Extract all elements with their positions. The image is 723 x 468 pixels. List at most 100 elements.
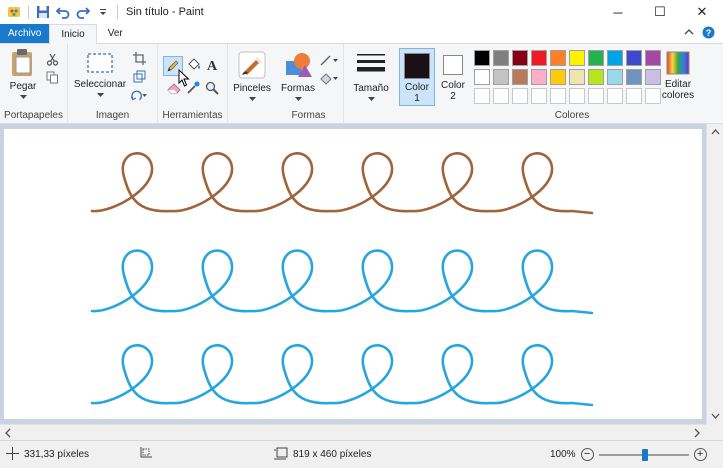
zoom-in-button[interactable]: + [693, 448, 707, 461]
palette-swatch-empty[interactable] [607, 88, 623, 104]
ribbon-tabs: Archivo Inicio Ver ? [0, 24, 723, 44]
window-title: Sin título - Paint [126, 6, 204, 18]
minimize-button[interactable]: ─ [597, 0, 639, 24]
size-button[interactable]: Tamaño [348, 50, 394, 105]
stroke-row-bottom [90, 344, 594, 407]
maximize-button[interactable]: ☐ [639, 0, 681, 24]
toolbar-separator [28, 5, 29, 19]
outline-icon[interactable] [320, 52, 340, 68]
undo-icon[interactable] [55, 4, 71, 20]
work-area [0, 124, 706, 424]
customize-toolbar-icon[interactable] [95, 4, 111, 20]
edit-colors-label-line1: Editar [664, 79, 692, 90]
size-group: Tamaño [344, 44, 396, 124]
color2-button[interactable]: Color 2 [436, 48, 470, 106]
color1-button[interactable]: Color 1 [399, 48, 435, 106]
shapes-group-label: Formas [291, 110, 326, 121]
resize-icon[interactable] [131, 68, 147, 84]
palette-swatch[interactable] [550, 50, 566, 66]
copy-icon[interactable] [44, 69, 60, 85]
palette-swatch[interactable] [569, 50, 585, 66]
paste-button[interactable]: Pegar [6, 48, 40, 103]
collapse-ribbon-icon[interactable] [684, 28, 694, 39]
quick-access-toolbar [0, 0, 120, 24]
drawing-strokes [90, 152, 594, 407]
palette-swatch[interactable] [512, 50, 528, 66]
color1-label: Color [405, 82, 429, 93]
shapes-button[interactable]: Formas [278, 50, 318, 105]
image-group-label: Imagen [95, 110, 130, 121]
vertical-scrollbar[interactable] [706, 124, 723, 424]
palette-swatch[interactable] [550, 69, 566, 85]
crop-icon[interactable] [131, 50, 147, 66]
palette-swatch[interactable] [531, 50, 547, 66]
magnifier-icon[interactable] [204, 80, 220, 96]
scroll-right-icon[interactable] [694, 428, 700, 438]
close-button[interactable]: ✕ [681, 0, 723, 24]
zoom-controls: 100% − + [550, 448, 707, 461]
rotate-icon[interactable] [131, 87, 147, 103]
palette-swatch[interactable] [607, 50, 623, 66]
cursor-position-text: 331,33 píxeles [24, 449, 90, 460]
size-dropdown-icon [367, 97, 375, 101]
color1-swatch [404, 53, 430, 79]
active-colors-group: Color 1 Color 2 [396, 44, 470, 124]
text-tool-icon[interactable]: A [204, 57, 220, 73]
help-icon[interactable]: ? [702, 26, 715, 42]
tab-home[interactable]: Inicio [49, 24, 97, 44]
shapes-group: Formas Formas [274, 44, 344, 124]
scroll-left-icon[interactable] [5, 428, 11, 438]
palette-swatch[interactable] [474, 69, 490, 85]
shapes-icon [283, 53, 313, 83]
cut-icon[interactable] [44, 51, 60, 67]
edit-colors-button[interactable]: Editar colores [658, 50, 698, 101]
selection-size-icon [138, 446, 152, 463]
clipboard-group-label: Portapapeles [4, 110, 63, 121]
palette-swatch[interactable] [626, 50, 642, 66]
status-bar: 331,33 píxeles 819 x 460 píxeles 100% − … [0, 440, 723, 468]
image-size-icon [274, 447, 288, 463]
palette-swatch[interactable] [531, 69, 547, 85]
redo-icon[interactable] [75, 4, 91, 20]
palette-swatch-empty[interactable] [588, 88, 604, 104]
horizontal-scrollbar[interactable] [0, 424, 706, 440]
palette-swatch[interactable] [512, 69, 528, 85]
palette-swatch[interactable] [588, 50, 604, 66]
palette-swatch[interactable] [588, 69, 604, 85]
palette-swatch-empty[interactable] [550, 88, 566, 104]
zoom-slider-thumb[interactable] [641, 448, 648, 461]
palette-swatch[interactable] [474, 50, 490, 66]
tab-view[interactable]: Ver [97, 24, 134, 43]
fill-icon[interactable] [320, 70, 340, 86]
palette-swatch[interactable] [607, 69, 623, 85]
save-icon[interactable] [35, 4, 51, 20]
stroke-row-top [90, 152, 594, 215]
zoom-out-button[interactable]: − [580, 448, 594, 461]
palette-swatch-empty[interactable] [493, 88, 509, 104]
toolbar-separator [117, 5, 118, 19]
image-group: Seleccionar Imagen [68, 44, 158, 124]
palette-swatch-empty[interactable] [512, 88, 528, 104]
palette-swatch-empty[interactable] [626, 88, 642, 104]
paint-app-icon[interactable] [6, 4, 22, 20]
brush-icon [237, 51, 267, 83]
palette-swatch[interactable] [626, 69, 642, 85]
scroll-down-icon[interactable] [711, 413, 720, 419]
scroll-up-icon[interactable] [711, 129, 720, 135]
tab-file[interactable]: Archivo [0, 24, 50, 43]
zoom-slider[interactable] [598, 448, 689, 461]
paste-label: Pegar [9, 81, 37, 92]
select-button[interactable]: Seleccionar [73, 52, 127, 101]
drawing-canvas[interactable] [4, 129, 702, 419]
palette-swatch-empty[interactable] [569, 88, 585, 104]
shapes-label: Formas [281, 83, 315, 94]
title-bar: Sin título - Paint ─ ☐ ✕ [0, 0, 723, 24]
palette-swatch[interactable] [569, 69, 585, 85]
palette-swatch[interactable] [493, 50, 509, 66]
palette-swatch-empty[interactable] [531, 88, 547, 104]
palette-swatch-empty[interactable] [474, 88, 490, 104]
tools-group-label: Herramientas [162, 110, 223, 121]
palette-swatch[interactable] [493, 69, 509, 85]
brushes-button[interactable]: Pinceles [230, 50, 274, 105]
mouse-cursor-icon [176, 68, 192, 88]
